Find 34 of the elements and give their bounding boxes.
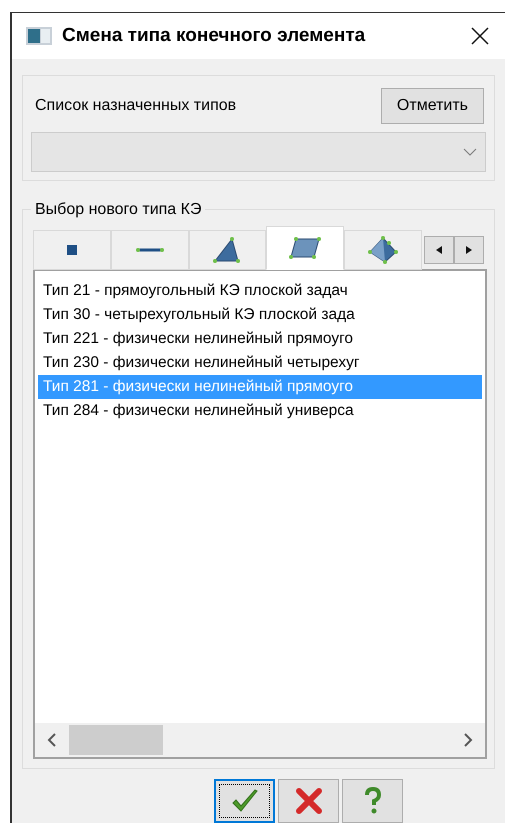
tab-scroll-right-button[interactable]: [454, 236, 484, 264]
element-type-tab[interactable]: [33, 230, 111, 270]
cancel-button[interactable]: [278, 779, 339, 823]
triangle-left-icon: [436, 246, 442, 254]
element-type-item[interactable]: Тип 30 - четырехугольный КЭ плоской зада: [38, 303, 482, 327]
element-type-item[interactable]: Тип 230 - физически нелинейный четырехуг: [38, 351, 482, 375]
triangle-icon: [212, 236, 242, 264]
checkmark-icon: [230, 788, 260, 814]
tab-scroll-left-button[interactable]: [424, 236, 454, 264]
triangle-right-icon: [466, 246, 472, 254]
element-type-tab[interactable]: [188, 230, 266, 270]
window-title: Смена типа конечного элемента: [62, 24, 366, 48]
element-type-tab[interactable]: [266, 226, 344, 270]
tetrahedron-icon: [367, 235, 400, 265]
chevron-right-icon: [463, 733, 473, 747]
help-button[interactable]: [342, 779, 403, 823]
chevron-left-icon: [47, 733, 57, 747]
mark-button[interactable]: Отметить: [380, 88, 484, 124]
app-icon: [26, 27, 52, 45]
element-type-item[interactable]: Тип 21 - прямоугольный КЭ плоской задач: [38, 279, 482, 303]
assigned-types-label: Список назначенных типов: [34, 96, 236, 116]
close-icon: [294, 787, 322, 815]
horizontal-scrollbar[interactable]: [35, 723, 485, 757]
scrollbar-thumb[interactable]: [69, 725, 163, 755]
help-icon: [364, 787, 382, 815]
parallelogram-icon: [288, 235, 322, 261]
element-type-tab[interactable]: [344, 230, 422, 270]
element-type-item[interactable]: Тип 221 - физически нелинейный прямоуго: [38, 327, 482, 351]
line-segment-icon: [134, 245, 166, 255]
square-icon: [66, 244, 78, 256]
chevron-down-icon: [463, 148, 477, 156]
close-icon: [471, 27, 489, 45]
ok-button[interactable]: [214, 779, 275, 823]
element-type-item[interactable]: Тип 284 - физически нелинейный универса: [38, 399, 482, 423]
